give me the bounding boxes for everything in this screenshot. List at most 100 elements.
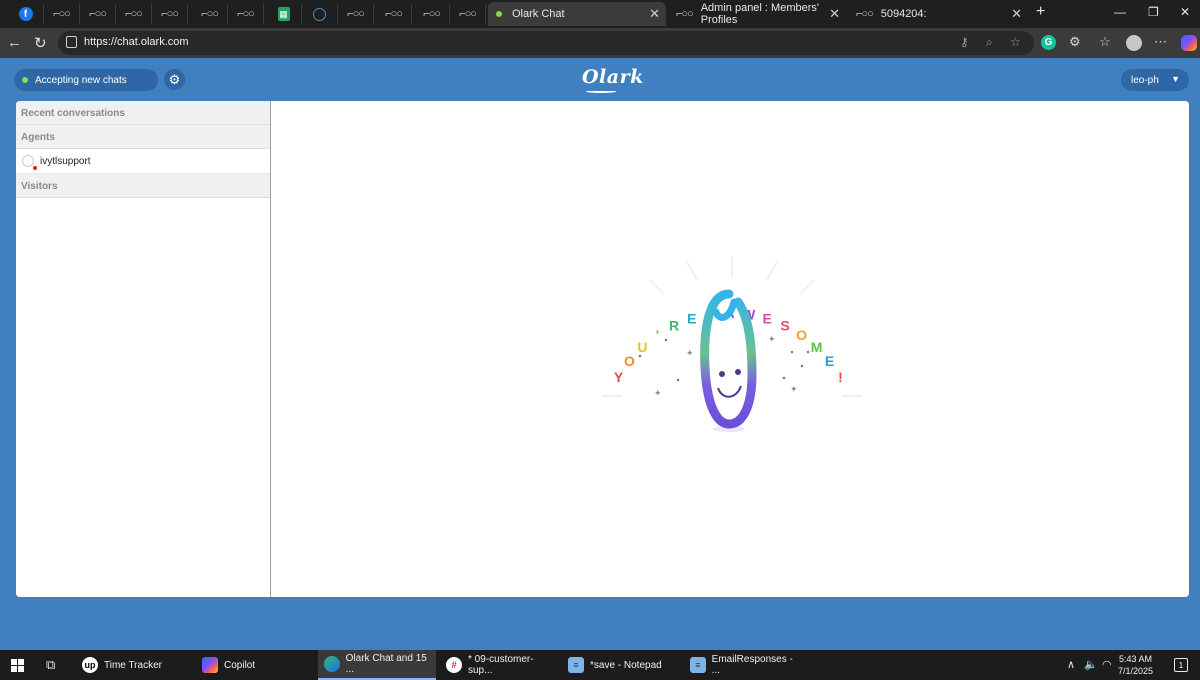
close-tab-icon[interactable]: ✕: [829, 6, 840, 22]
banner-letter: S: [780, 318, 794, 334]
tab-olark-chat[interactable]: Olark Chat ✕: [488, 2, 666, 26]
notification-badge[interactable]: 1: [1174, 658, 1188, 672]
taskbar-item-email-responses[interactable]: ≡ EmailResponses - ...: [684, 650, 802, 680]
extensions-icon[interactable]: ⚙: [1069, 34, 1081, 50]
chat-area: YOU'R E A W E SO M E! ✦ ✦ ✦ ✦: [272, 101, 1189, 597]
windows-start-icon[interactable]: [11, 659, 24, 672]
grammarly-icon[interactable]: G: [1041, 35, 1056, 50]
pinned-tab[interactable]: ⌐○○: [338, 4, 374, 24]
pinned-tab[interactable]: [302, 4, 338, 24]
pinned-tab[interactable]: ⌐○○: [450, 4, 486, 24]
chat-status-toggle[interactable]: Accepting new chats: [14, 69, 158, 91]
site-info-icon[interactable]: [66, 36, 77, 48]
glasses-icon: ⌐○○: [237, 8, 255, 20]
pinned-tab-sheets[interactable]: ▦: [266, 4, 302, 24]
svg-text:✦: ✦: [768, 334, 776, 344]
pinned-tab[interactable]: ⌐○○: [152, 4, 188, 24]
notepad-icon: ≡: [690, 657, 706, 673]
settings-button[interactable]: ⚙: [164, 69, 185, 90]
clock-time: 5:43 AM: [1119, 654, 1153, 664]
glasses-icon: ⌐○○: [53, 8, 71, 20]
pinned-tab[interactable]: ⌐○○: [116, 4, 152, 24]
taskbar: ⧉ up Time Tracker Copilot Olark Chat and…: [0, 650, 1200, 680]
olark-mascot: [700, 289, 757, 432]
olark-favicon-icon: [496, 11, 502, 17]
agent-avatar: [22, 155, 34, 167]
close-tab-icon[interactable]: ✕: [1011, 6, 1022, 22]
pinned-tab-facebook[interactable]: f: [8, 4, 44, 24]
agents-header[interactable]: Agents: [16, 125, 270, 149]
user-menu-button[interactable]: leo-ph ▼: [1121, 69, 1189, 91]
pinned-tab[interactable]: ⌐○○: [228, 4, 264, 24]
taskbar-label: *save - Notepad: [590, 659, 662, 671]
banner-letter: E: [825, 353, 839, 369]
url-bar[interactable]: https://chat.olark.com ⚷ ⌕ ☆: [58, 31, 1034, 55]
taskbar-item-time-tracker[interactable]: up Time Tracker: [74, 650, 192, 680]
clock-date: 7/1/2025: [1118, 666, 1154, 676]
banner-letter: Y: [614, 369, 628, 385]
new-tab-button[interactable]: +: [1036, 3, 1045, 21]
taskbar-item-notepad[interactable]: ≡ *save - Notepad: [562, 650, 680, 680]
taskbar-item-copilot[interactable]: Copilot: [196, 650, 314, 680]
taskbar-label: Olark Chat and 15 ...: [345, 653, 427, 675]
logo-text: Olark: [582, 66, 644, 88]
taskbar-label: EmailResponses - ...: [711, 654, 793, 676]
pinned-tab[interactable]: ⌐○○: [414, 4, 450, 24]
taskbar-item-slack[interactable]: # * 09-customer-sup...: [440, 650, 558, 680]
banner-letter: ': [656, 327, 664, 343]
glasses-icon: ⌐○○: [385, 8, 403, 20]
upwork-icon: up: [82, 657, 98, 673]
minimize-icon[interactable]: —: [1114, 5, 1126, 19]
pinned-tab[interactable]: ⌐○○: [80, 4, 116, 24]
close-window-icon[interactable]: ✕: [1180, 5, 1190, 19]
notepad-icon: ≡: [568, 657, 584, 673]
back-icon[interactable]: ←: [7, 34, 22, 51]
restore-icon[interactable]: ❐: [1148, 5, 1159, 19]
close-tab-icon[interactable]: ✕: [649, 6, 660, 22]
volume-icon[interactable]: 🔈: [1084, 658, 1098, 671]
youre-awesome-illustration: YOU'R E A W E SO M E! ✦✦✦✦: [602, 256, 862, 432]
agent-row[interactable]: ivytlsupport: [16, 149, 270, 174]
chevron-up-icon[interactable]: ∧: [1067, 658, 1075, 671]
status-dot-icon: [22, 77, 28, 83]
browser-tab-strip: f ⌐○○ ⌐○○ ⌐○○ ⌐○○ ⌐○○ ⌐○○ ▦ ⌐○○ ⌐○○ ⌐○○ …: [0, 0, 1200, 28]
key-icon[interactable]: ⚷: [960, 35, 969, 49]
glasses-icon: ⌐○○: [125, 8, 143, 20]
glasses-icon: ⌐○○: [676, 8, 694, 20]
copilot-icon: [202, 657, 218, 673]
glasses-icon: ⌐○○: [89, 8, 107, 20]
zoom-icon[interactable]: ⌕: [986, 35, 993, 50]
tab-label: 5094204:: [880, 8, 927, 20]
banner-letter: E: [763, 311, 777, 327]
refresh-icon[interactable]: ↻: [34, 34, 47, 52]
banner-letter: E: [687, 311, 701, 327]
pinned-tab[interactable]: ⌐○○: [376, 4, 412, 24]
address-bar-row: ← ↻ https://chat.olark.com ⚷ ⌕ ☆ G ⚙ ☆ ⋯: [0, 28, 1200, 58]
glasses-icon: ⌐○○: [201, 8, 219, 20]
taskbar-label: * 09-customer-sup...: [468, 654, 534, 676]
sparkle-rays: [602, 256, 862, 397]
glasses-icon: ⌐○○: [161, 8, 179, 20]
system-clock[interactable]: 5:43 AM 7/1/2025: [1118, 653, 1153, 677]
url-text: https://chat.olark.com: [84, 36, 189, 48]
pinned-tab[interactable]: ⌐○○: [192, 4, 228, 24]
tab-admin-panel[interactable]: ⌐○○ Admin panel : Members' Profiles ✕: [668, 2, 846, 26]
visitors-header[interactable]: Visitors: [16, 174, 270, 198]
favorite-star-icon[interactable]: ☆: [1010, 35, 1021, 49]
pinned-tab[interactable]: ⌐○○: [44, 4, 80, 24]
favorites-icon[interactable]: ☆: [1099, 34, 1111, 50]
logo-swoosh: [586, 90, 616, 93]
olark-logo: Olark: [582, 66, 644, 93]
wifi-icon[interactable]: ◠: [1102, 658, 1112, 671]
sheets-icon: ▦: [277, 7, 290, 21]
task-view-icon[interactable]: ⧉: [46, 657, 55, 673]
sidebar: Recent conversations Agents ivytlsupport…: [16, 101, 271, 597]
copilot-icon[interactable]: [1181, 35, 1197, 51]
recent-conversations-header[interactable]: Recent conversations: [16, 101, 270, 125]
more-menu-icon[interactable]: ⋯: [1154, 34, 1167, 50]
taskbar-item-edge[interactable]: Olark Chat and 15 ...: [318, 650, 436, 680]
tab-5094204[interactable]: ⌐○○ 5094204: ✕: [848, 2, 1028, 26]
status-label: Accepting new chats: [35, 74, 127, 86]
edge-icon: [324, 656, 340, 672]
profile-avatar[interactable]: [1126, 35, 1142, 51]
